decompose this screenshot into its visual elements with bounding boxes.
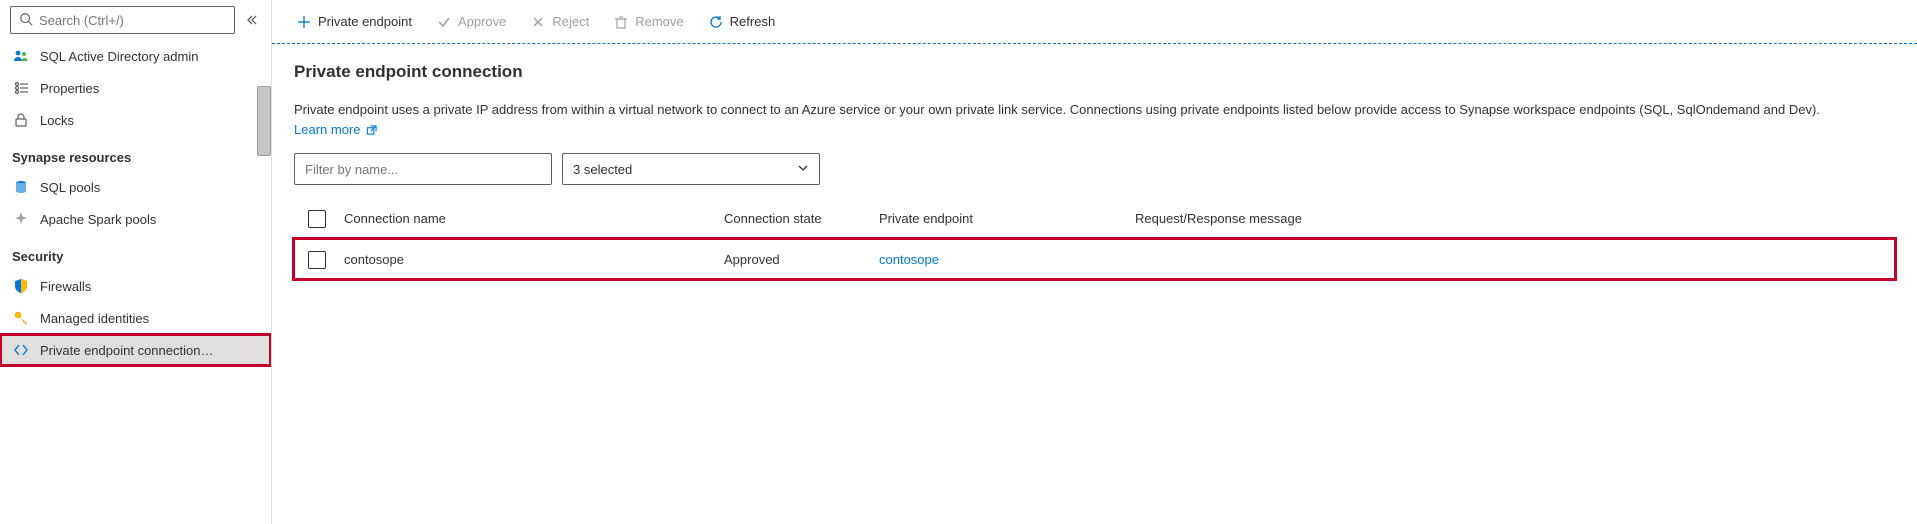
sidebar-item-private-endpoint-connections[interactable]: Private endpoint connection…	[0, 334, 271, 366]
search-box[interactable]	[10, 6, 235, 34]
page-title: Private endpoint connection	[294, 62, 1895, 82]
sidebar-item-managed-identities[interactable]: Managed identities	[0, 302, 271, 334]
main-content: Private endpoint Approve Reject Remove R…	[272, 0, 1917, 524]
check-icon	[436, 14, 452, 30]
sidebar-item-label: SQL pools	[40, 180, 100, 195]
toolbar-label: Private endpoint	[318, 14, 412, 29]
sidebar-item-locks[interactable]: Locks	[0, 104, 271, 136]
filter-state-select[interactable]: 3 selected	[562, 153, 820, 185]
filter-name-input[interactable]	[305, 162, 541, 177]
remove-button[interactable]: Remove	[603, 9, 693, 35]
approve-button[interactable]: Approve	[426, 9, 516, 35]
toolbar: Private endpoint Approve Reject Remove R…	[272, 0, 1917, 44]
sidebar-item-label: Locks	[40, 113, 74, 128]
refresh-button[interactable]: Refresh	[698, 9, 786, 35]
add-private-endpoint-button[interactable]: Private endpoint	[286, 9, 422, 35]
shield-icon	[12, 277, 30, 295]
sidebar-scrollbar[interactable]	[257, 86, 271, 156]
sidebar-search-wrap	[0, 0, 271, 40]
refresh-icon	[708, 14, 724, 30]
sidebar-item-firewalls[interactable]: Firewalls	[0, 270, 271, 302]
x-icon	[530, 14, 546, 30]
toolbar-label: Approve	[458, 14, 506, 29]
reject-button[interactable]: Reject	[520, 9, 599, 35]
endpoint-icon	[12, 341, 30, 359]
sidebar-item-label: Firewalls	[40, 279, 91, 294]
toolbar-label: Reject	[552, 14, 589, 29]
row-message	[1131, 252, 1895, 268]
sidebar-section-security: Security	[0, 235, 271, 270]
filter-bar: 3 selected	[294, 153, 1895, 185]
select-all-checkbox[interactable]	[308, 210, 326, 228]
table-row[interactable]: contosope Approved contosope	[294, 239, 1895, 279]
sidebar-item-label: Managed identities	[40, 311, 149, 326]
row-checkbox[interactable]	[308, 251, 326, 269]
learn-more-link[interactable]: Learn more	[294, 122, 377, 137]
content-area: Private endpoint connection Private endp…	[272, 44, 1917, 297]
sidebar: SQL Active Directory admin Properties Lo…	[0, 0, 272, 524]
toolbar-label: Refresh	[730, 14, 776, 29]
people-icon	[12, 47, 30, 65]
properties-icon	[12, 79, 30, 97]
collapse-sidebar-button[interactable]	[241, 10, 261, 30]
spark-icon	[12, 210, 30, 228]
sidebar-item-properties[interactable]: Properties	[0, 72, 271, 104]
header-message[interactable]: Request/Response message	[1131, 203, 1895, 234]
sql-icon	[12, 178, 30, 196]
sidebar-item-sql-pools[interactable]: SQL pools	[0, 171, 271, 203]
sidebar-nav: SQL Active Directory admin Properties Lo…	[0, 40, 271, 524]
row-private-endpoint-link[interactable]: contosope	[875, 244, 1131, 275]
filter-name-input-wrap[interactable]	[294, 153, 552, 185]
row-connection-name: contosope	[340, 244, 720, 275]
row-checkbox-cell	[294, 243, 340, 277]
row-connection-state: Approved	[720, 244, 875, 275]
table-header-row: Connection name Connection state Private…	[294, 199, 1895, 239]
header-connection-state[interactable]: Connection state	[720, 203, 875, 234]
chevron-down-icon	[797, 162, 809, 177]
header-private-endpoint[interactable]: Private endpoint	[875, 203, 1131, 234]
sidebar-section-resources: Synapse resources	[0, 136, 271, 171]
sidebar-item-label: Apache Spark pools	[40, 212, 156, 227]
lock-icon	[12, 111, 30, 129]
filter-state-value: 3 selected	[573, 162, 632, 177]
trash-icon	[613, 14, 629, 30]
page-description: Private endpoint uses a private IP addre…	[294, 100, 1854, 139]
connections-table: Connection name Connection state Private…	[294, 199, 1895, 279]
sidebar-item-label: Private endpoint connection…	[40, 343, 213, 358]
key-icon	[12, 309, 30, 327]
description-text: Private endpoint uses a private IP addre…	[294, 102, 1820, 117]
search-icon	[19, 12, 33, 29]
header-checkbox-cell	[294, 202, 340, 236]
sidebar-item-sql-ad-admin[interactable]: SQL Active Directory admin	[0, 40, 271, 72]
toolbar-label: Remove	[635, 14, 683, 29]
search-input[interactable]	[39, 13, 226, 28]
plus-icon	[296, 14, 312, 30]
sidebar-item-label: SQL Active Directory admin	[40, 49, 198, 64]
header-connection-name[interactable]: Connection name	[340, 203, 720, 234]
sidebar-item-label: Properties	[40, 81, 99, 96]
sidebar-item-spark-pools[interactable]: Apache Spark pools	[0, 203, 271, 235]
